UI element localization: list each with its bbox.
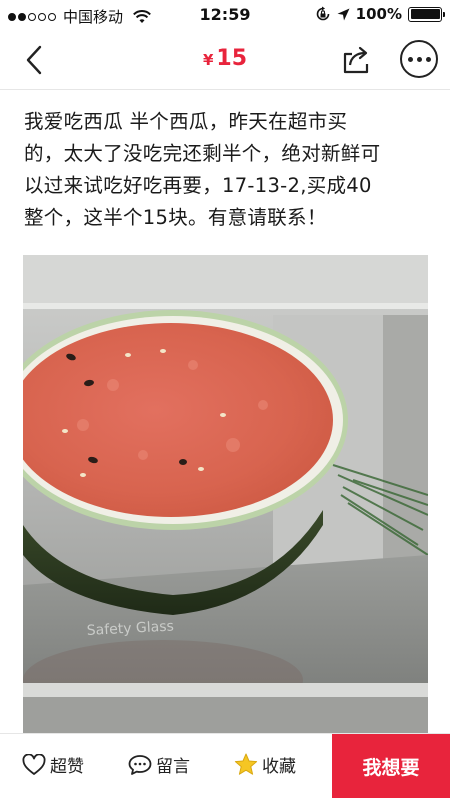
more-button[interactable] xyxy=(400,40,438,78)
nav-bar: ¥15 xyxy=(0,30,450,90)
like-button[interactable]: 超赞 xyxy=(22,752,84,777)
like-label: 超赞 xyxy=(50,757,84,777)
price-value: 15 xyxy=(216,46,248,71)
comment-label: 留言 xyxy=(156,757,190,777)
share-button[interactable] xyxy=(338,42,374,78)
favorite-label: 收藏 xyxy=(262,757,296,777)
description-line: 的，太大了没吃完还剩半个，绝对新鲜可 xyxy=(24,142,381,165)
comment-button[interactable]: 留言 xyxy=(128,752,190,777)
bottom-action-bar: 超赞 留言 收藏 我想要 xyxy=(0,733,450,798)
lock-rotation-icon xyxy=(315,6,331,22)
currency-symbol: ¥ xyxy=(202,51,214,69)
star-icon xyxy=(234,753,258,775)
description-line: 整个，这半个15块。有意请联系！ xyxy=(24,206,327,229)
description-line: 我爱吃西瓜 半个西瓜，昨天在超市买 xyxy=(24,110,348,133)
want-button[interactable]: 我想要 xyxy=(332,734,450,798)
comment-icon xyxy=(128,754,152,775)
heart-icon xyxy=(22,753,46,775)
more-icon-dot xyxy=(425,56,431,62)
more-icon-dot xyxy=(416,56,422,62)
more-icon xyxy=(407,56,413,62)
watermelon-photo: Safety Glass xyxy=(23,255,428,733)
listing-description: 我爱吃西瓜 半个西瓜，昨天在超市买 的，太大了没吃完还剩半个，绝对新鲜可 以过来… xyxy=(24,106,429,234)
share-icon xyxy=(343,46,369,74)
battery-icon xyxy=(408,6,445,22)
battery-percent: 100% xyxy=(355,5,402,23)
location-arrow-icon xyxy=(337,8,350,21)
listing-photo[interactable]: Safety Glass xyxy=(23,255,428,733)
favorite-button[interactable]: 收藏 xyxy=(234,752,296,777)
status-bar: 中国移动 12:59 100% xyxy=(0,0,450,30)
description-line: 以过来试吃好吃再要，17-13-2,买成40 xyxy=(24,174,372,197)
battery-fill xyxy=(410,9,440,19)
status-right: 100% xyxy=(315,5,445,23)
price-display: ¥15 xyxy=(0,46,450,71)
